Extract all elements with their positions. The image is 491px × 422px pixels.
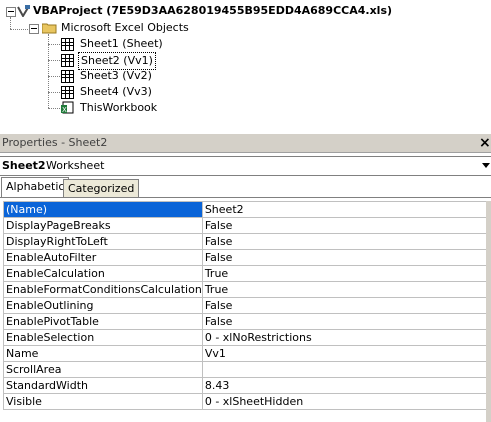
property-value[interactable] <box>201 361 491 378</box>
sheet-icon <box>61 70 74 83</box>
sheet-icon <box>61 54 74 67</box>
properties-tabs: Alphabetic Categorized <box>0 177 491 198</box>
tree-item-sheet1[interactable]: Sheet1 (Sheet) <box>80 37 163 51</box>
sheet-icon <box>61 38 74 51</box>
property-row[interactable]: DisplayPageBreaks False <box>3 217 491 234</box>
property-value[interactable]: 0 - xlSheetHidden <box>201 393 491 410</box>
property-name: (Name) <box>3 201 203 218</box>
property-row[interactable]: ScrollArea <box>3 361 491 378</box>
property-name: ScrollArea <box>3 361 203 378</box>
collapse-icon[interactable] <box>6 7 16 17</box>
property-name: EnableCalculation <box>3 265 203 282</box>
property-row[interactable]: DisplayRightToLeft False <box>3 233 491 250</box>
property-row[interactable]: EnableSelection 0 - xlNoRestrictions <box>3 329 491 346</box>
folder-label[interactable]: Microsoft Excel Objects <box>61 21 189 35</box>
property-row[interactable]: EnableOutlining False <box>3 297 491 314</box>
property-row[interactable]: Visible 0 - xlSheetHidden <box>3 393 491 410</box>
property-value[interactable]: Vv1 <box>201 345 491 362</box>
properties-title-bar: Properties - Sheet2 × <box>0 134 491 153</box>
property-value[interactable]: True <box>201 265 491 282</box>
chevron-down-icon[interactable] <box>482 163 490 168</box>
object-type: Worksheet <box>46 159 105 172</box>
object-selector[interactable]: Sheet2 Worksheet <box>0 156 491 176</box>
property-value[interactable]: False <box>201 249 491 266</box>
property-row[interactable]: EnablePivotTable False <box>3 313 491 330</box>
property-value[interactable]: False <box>201 313 491 330</box>
sheet-icon <box>61 86 74 99</box>
property-value[interactable]: False <box>201 233 491 250</box>
property-name: EnableOutlining <box>3 297 203 314</box>
svg-text:X: X <box>62 106 67 114</box>
property-row[interactable]: EnableCalculation True <box>3 265 491 282</box>
property-name: Name <box>3 345 203 362</box>
property-name: DisplayPageBreaks <box>3 217 203 234</box>
property-value[interactable]: 0 - xlNoRestrictions <box>201 329 491 346</box>
property-value[interactable]: Sheet2 <box>201 201 491 218</box>
properties-title: Properties - Sheet2 <box>2 136 108 149</box>
property-name: DisplayRightToLeft <box>3 233 203 250</box>
property-row[interactable]: EnableFormatConditionsCalculation True <box>3 281 491 298</box>
property-value[interactable]: False <box>201 217 491 234</box>
property-name: StandardWidth <box>3 377 203 394</box>
property-row[interactable]: EnableAutoFilter False <box>3 249 491 266</box>
folder-icon <box>41 22 57 34</box>
properties-grid: (Name) Sheet2 DisplayPageBreaks False Disp… <box>3 201 491 410</box>
tree-item-sheet4[interactable]: Sheet4 (Vv3) <box>80 85 152 99</box>
workbook-icon: X <box>61 101 74 114</box>
property-value[interactable]: False <box>201 297 491 314</box>
property-name: EnableFormatConditionsCalculation <box>3 281 203 298</box>
tab-alphabetic[interactable]: Alphabetic <box>1 177 70 197</box>
close-icon[interactable]: × <box>479 134 491 152</box>
object-name: Sheet2 <box>2 159 46 172</box>
property-row[interactable]: StandardWidth 8.43 <box>3 377 491 394</box>
property-value[interactable]: True <box>201 281 491 298</box>
vertical-scrollbar[interactable] <box>486 201 491 422</box>
property-value[interactable]: 8.43 <box>201 377 491 394</box>
project-root-label[interactable]: VBAProject (7E59D3AA628019455B95EDD4A689… <box>33 4 392 18</box>
property-name: EnablePivotTable <box>3 313 203 330</box>
vba-project-icon <box>17 5 31 18</box>
property-row[interactable]: Name Vv1 <box>3 345 491 362</box>
tab-categorized[interactable]: Categorized <box>63 179 140 197</box>
property-name: EnableSelection <box>3 329 203 346</box>
project-tree: VBAProject (7E59D3AA628019455B95EDD4A689… <box>0 0 491 130</box>
tree-item-thisworkbook[interactable]: ThisWorkbook <box>80 101 157 115</box>
tree-item-sheet2[interactable]: Sheet2 (Vv1) <box>78 52 156 70</box>
tree-item-sheet3[interactable]: Sheet3 (Vv2) <box>80 69 152 83</box>
folder-collapse-icon[interactable] <box>29 24 39 34</box>
property-name: EnableAutoFilter <box>3 249 203 266</box>
property-row[interactable]: (Name) Sheet2 <box>3 201 491 218</box>
property-name: Visible <box>3 393 203 410</box>
